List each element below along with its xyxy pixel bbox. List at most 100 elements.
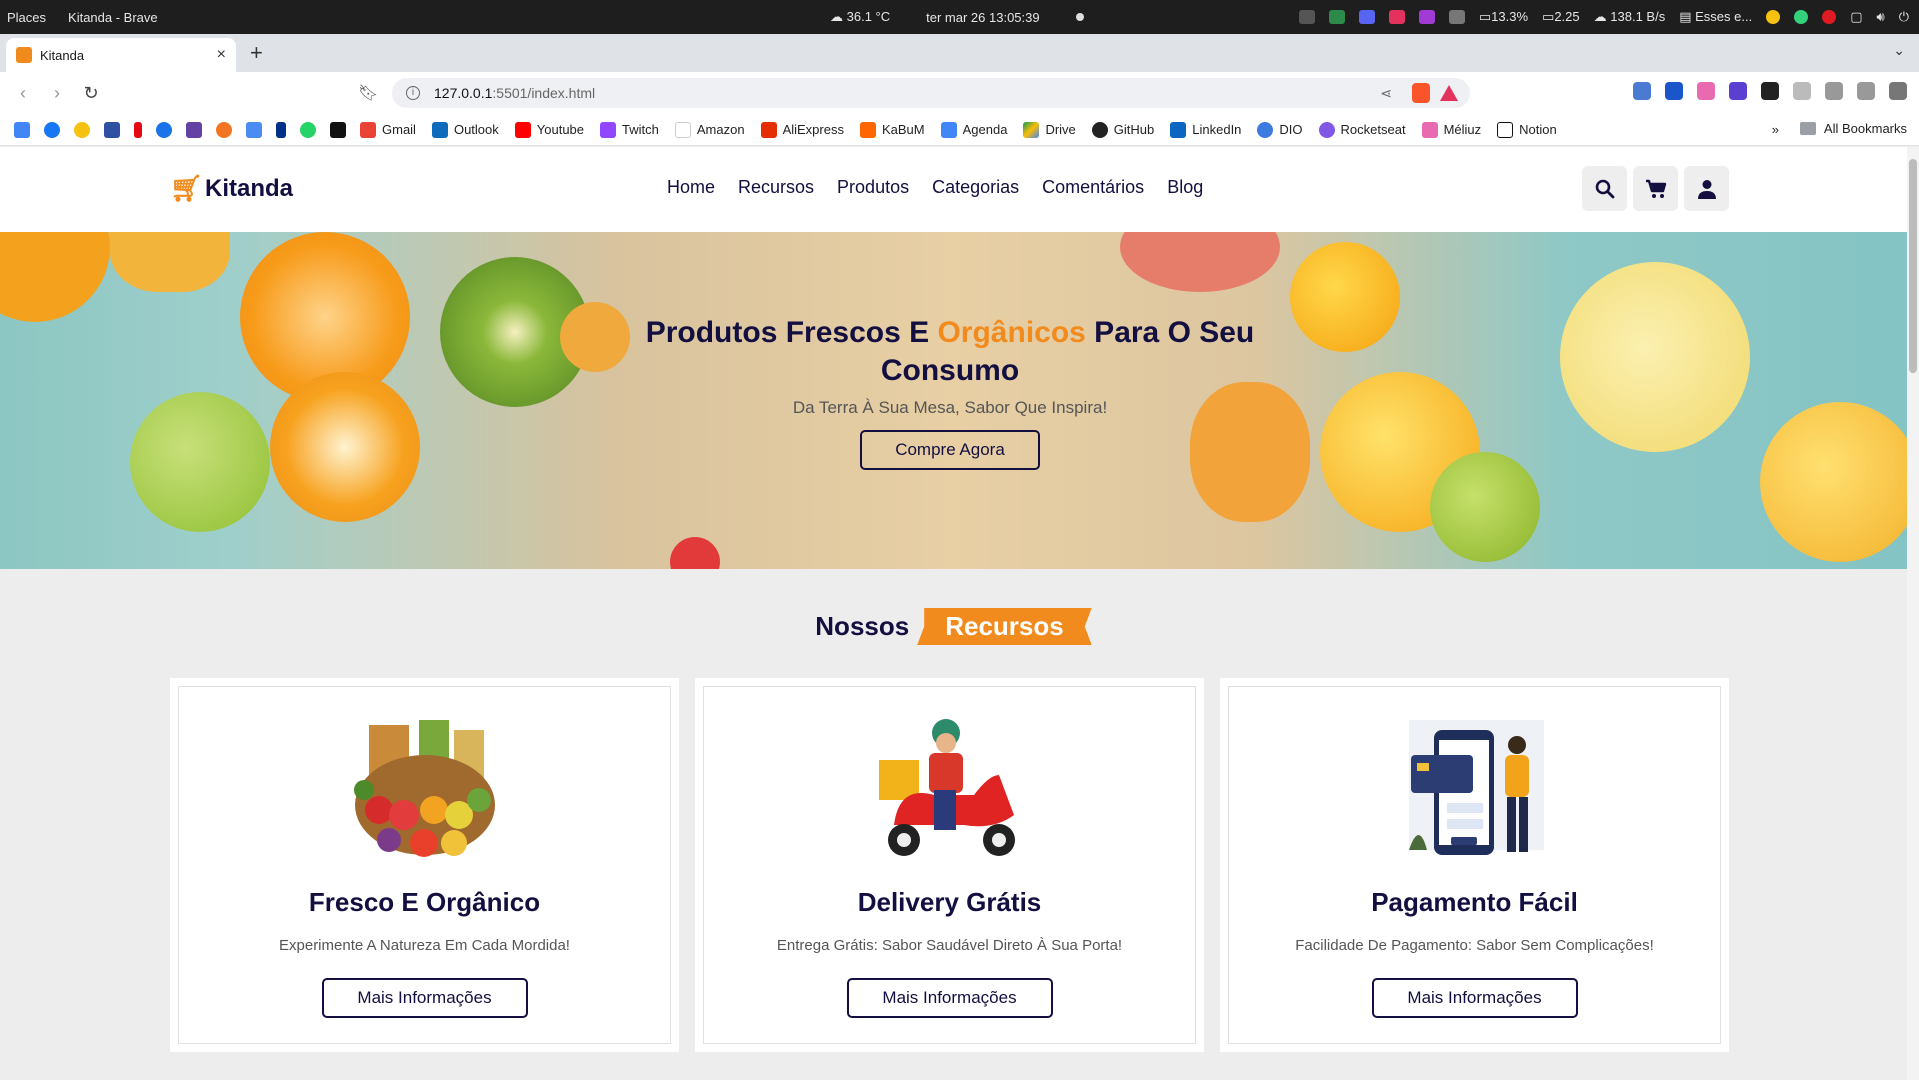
puzzle-tray-icon[interactable]: [1298, 10, 1315, 24]
clock[interactable]: ter mar 26 13:05:39: [926, 10, 1039, 25]
site-info-icon[interactable]: i: [406, 86, 420, 100]
nav-recursos[interactable]: Recursos: [738, 177, 814, 198]
nav-blog[interactable]: Blog: [1167, 177, 1203, 198]
scrollbar-thumb[interactable]: [1909, 159, 1917, 373]
places-menu[interactable]: Places: [7, 10, 46, 25]
extension-icon-2[interactable]: [1665, 82, 1683, 100]
all-bookmarks-button[interactable]: All Bookmarks: [1799, 121, 1907, 136]
extension-icon-5[interactable]: [1761, 82, 1779, 100]
bookmark-rocketseat[interactable]: Rocketseat: [1318, 121, 1406, 138]
forward-button[interactable]: ›: [40, 83, 74, 104]
media-tray-icon[interactable]: [1418, 10, 1435, 24]
easy-payment-image: [1408, 720, 1544, 855]
minimize-dot[interactable]: [1766, 10, 1781, 24]
cpu-indicator[interactable]: ▭13.3%: [1479, 9, 1528, 25]
new-tab-button[interactable]: +: [250, 40, 263, 66]
user-button[interactable]: [1684, 166, 1729, 211]
bookmark-linkedin[interactable]: LinkedIn: [1170, 121, 1241, 138]
address-bar[interactable]: i 127.0.0.1:5501/index.html ⋖: [392, 78, 1470, 108]
app-tray-icon[interactable]: [1388, 10, 1405, 24]
sidebar-toggle-icon[interactable]: [1825, 82, 1843, 100]
nav-produtos[interactable]: Produtos: [837, 177, 909, 198]
meliuz-icon: [1421, 121, 1438, 138]
page-scrollbar[interactable]: [1907, 147, 1919, 1080]
bookmark-twitch-app-icon[interactable]: [186, 121, 202, 138]
power-icon[interactable]: ⏻: [1899, 9, 1909, 25]
bookmark-google-icon[interactable]: [14, 121, 30, 138]
volume-icon[interactable]: 🔊︎: [1877, 9, 1885, 25]
nav-comentarios[interactable]: Comentários: [1042, 177, 1144, 198]
window-icon[interactable]: ▢: [1850, 9, 1862, 25]
bookmark-crunchyroll-icon[interactable]: [216, 121, 232, 138]
bookmark-play-icon[interactable]: [156, 121, 172, 138]
all-bookmarks-label: All Bookmarks: [1823, 121, 1907, 136]
bookmark-paypal-icon[interactable]: [276, 121, 286, 138]
share-icon[interactable]: ⋖: [1380, 85, 1392, 102]
github-icon: [1091, 121, 1108, 138]
card-description: Experimente A Natureza Em Cada Mordida!: [279, 937, 570, 954]
mais-informacoes-button[interactable]: Mais Informações: [1371, 978, 1578, 1018]
reload-button[interactable]: ↻: [74, 83, 108, 104]
window-title: Kitanda - Brave: [68, 9, 158, 25]
tab-kitanda[interactable]: Kitanda ×: [6, 38, 236, 72]
bookmark-meliuz[interactable]: Méliuz: [1421, 121, 1481, 138]
bookmark-x-icon[interactable]: [330, 121, 346, 138]
bookmark-mal-icon[interactable]: [104, 121, 120, 138]
close-dot[interactable]: [1822, 10, 1837, 24]
bookmark-whatsapp-icon[interactable]: [300, 121, 316, 138]
bookmark-page-icon[interactable]: 🔖︎: [358, 83, 378, 103]
bookmark-gmail[interactable]: Gmail: [360, 121, 416, 138]
menu-icon[interactable]: [1889, 82, 1907, 100]
discord-tray-icon[interactable]: [1358, 10, 1375, 24]
bookmark-amazon[interactable]: Amazon: [674, 121, 745, 138]
extensions-puzzle-icon[interactable]: [1793, 82, 1811, 100]
nav-home[interactable]: Home: [667, 177, 715, 198]
close-tab-icon[interactable]: ×: [217, 46, 226, 64]
bookmark-twitch[interactable]: Twitch: [600, 121, 659, 138]
load-indicator[interactable]: ▭2.25: [1542, 9, 1580, 25]
bookmark-emoji-icon[interactable]: [74, 121, 90, 138]
maximize-dot[interactable]: [1794, 10, 1809, 24]
mais-informacoes-button[interactable]: Mais Informações: [321, 978, 528, 1018]
features-heading: Nossos Recursos: [0, 608, 1907, 645]
notion-icon: [1497, 121, 1514, 138]
cpu-text: 13.3%: [1491, 9, 1529, 24]
bookmark-dio[interactable]: DIO: [1257, 121, 1303, 138]
wallet-icon[interactable]: [1857, 82, 1875, 100]
cart-button[interactable]: [1633, 166, 1678, 211]
site-logo[interactable]: 🛒︎ Kitanda: [170, 173, 293, 204]
bookmark-agenda[interactable]: Agenda: [940, 121, 1007, 138]
nav-categorias[interactable]: Categorias: [932, 177, 1019, 198]
bookmark-label: DIO: [1279, 122, 1303, 137]
amazon-icon: [674, 121, 691, 138]
eject-icon[interactable]: [1448, 10, 1465, 24]
more-bookmarks-button[interactable]: »: [1772, 122, 1779, 137]
bookmark-drive[interactable]: Drive: [1023, 121, 1076, 138]
back-button[interactable]: ‹: [6, 83, 40, 104]
search-button[interactable]: [1582, 166, 1627, 211]
bookmark-netflix-icon[interactable]: [134, 121, 142, 138]
main-nav: Home Recursos Produtos Categorias Coment…: [667, 177, 1203, 198]
tab-strip: Kitanda × + ⌄: [0, 34, 1919, 72]
weather-indicator[interactable]: ☁ 36.1 °C: [830, 9, 890, 25]
feature-card: Pagamento Fácil Facilidade De Pagamento:…: [1220, 678, 1729, 1052]
bookmark-facebook-icon[interactable]: [44, 121, 60, 138]
meliuz-extension-icon[interactable]: [1697, 82, 1715, 100]
extension-icon-4[interactable]: [1729, 82, 1747, 100]
bookmark-youtube[interactable]: Youtube: [514, 121, 584, 138]
bookmark-notion[interactable]: Notion: [1497, 121, 1557, 138]
bookmark-github[interactable]: GitHub: [1091, 121, 1154, 138]
notes-indicator[interactable]: ▤ Esses e...: [1679, 9, 1752, 25]
bookmark-translate-icon[interactable]: [246, 121, 262, 138]
bookmark-kabum[interactable]: KaBuM: [859, 121, 925, 138]
shield-tray-icon[interactable]: [1328, 10, 1345, 24]
extension-icon-1[interactable]: [1633, 82, 1651, 100]
network-indicator[interactable]: ☁ 138.1 B/s: [1594, 9, 1666, 25]
bookmark-outlook[interactable]: Outlook: [431, 121, 499, 138]
bookmark-aliexpress[interactable]: AliExpress: [760, 121, 844, 138]
brave-rewards-icon[interactable]: [1440, 85, 1458, 101]
compre-agora-button[interactable]: Compre Agora: [860, 430, 1040, 470]
mais-informacoes-button[interactable]: Mais Informações: [846, 978, 1053, 1018]
brave-shields-icon[interactable]: [1412, 83, 1430, 103]
tab-list-chevron-icon[interactable]: ⌄: [1893, 42, 1905, 59]
